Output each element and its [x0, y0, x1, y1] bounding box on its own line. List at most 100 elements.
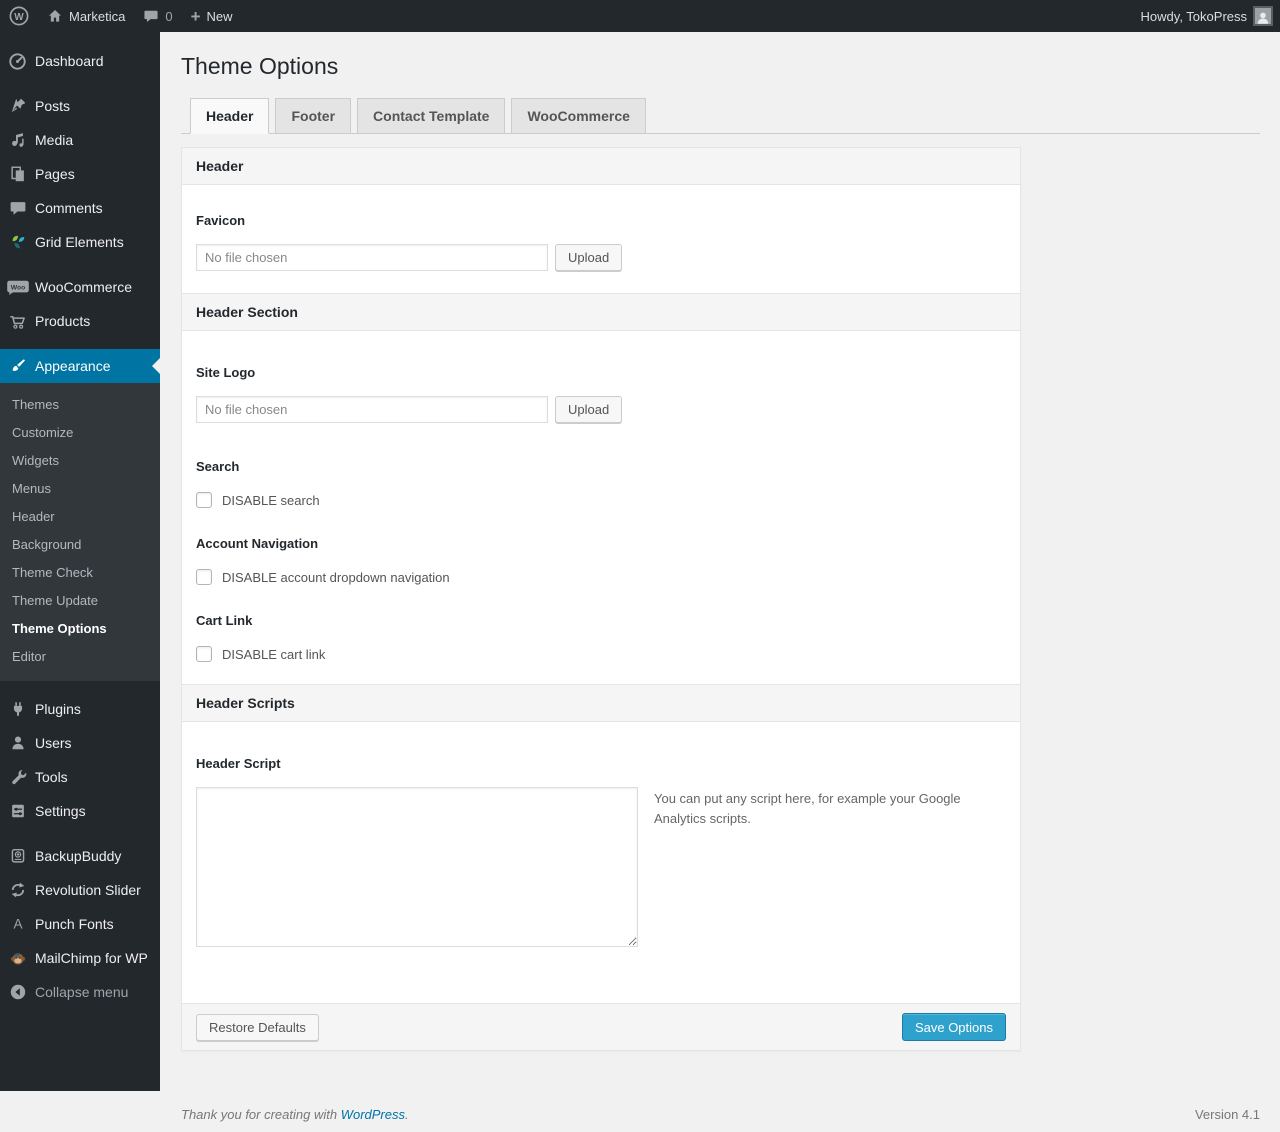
submenu-item-menus[interactable]: Menus [0, 475, 160, 503]
sidebar-item-media[interactable]: Media [0, 123, 160, 157]
tab-footer[interactable]: Footer [275, 98, 352, 134]
submenu-item-theme-options[interactable]: Theme Options [0, 615, 160, 643]
sidebar-item-tools[interactable]: Tools [0, 760, 160, 794]
submenu-item-header[interactable]: Header [0, 503, 160, 531]
tab-woocommerce[interactable]: WooCommerce [511, 98, 646, 134]
restore-defaults-button[interactable]: Restore Defaults [196, 1013, 319, 1041]
backup-icon [0, 847, 35, 865]
page-footer: Thank you for creating with WordPress. V… [181, 1107, 1260, 1132]
header-script-label: Header Script [196, 756, 281, 771]
comment-bubble-icon [143, 8, 159, 24]
search-label: Search [196, 459, 240, 474]
pin-icon [0, 97, 35, 115]
save-options-button[interactable]: Save Options [901, 1013, 1006, 1041]
home-icon [47, 8, 63, 24]
admin-bar-left: W Marketica 0 + New [0, 0, 242, 32]
sidebar-item-plugins[interactable]: Plugins [0, 692, 160, 726]
svg-text:W: W [14, 12, 24, 23]
sidebar-label: Dashboard [35, 53, 104, 69]
new-content-menu[interactable]: + New [182, 0, 242, 32]
sidebar-item-appearance[interactable]: Appearance [0, 349, 160, 383]
sidebar-item-grid-elements[interactable]: Grid Elements [0, 225, 160, 259]
howdy-label: Howdy, TokoPress [1140, 8, 1247, 24]
submenu-item-widgets[interactable]: Widgets [0, 447, 160, 475]
section-header-section-bar: Header Section [182, 293, 1020, 331]
header-script-hint: You can put any script here, for example… [654, 791, 961, 827]
site-logo-upload-button[interactable]: Upload [555, 396, 623, 423]
section-header-body: Favicon Upload [182, 185, 1020, 293]
sidebar-item-revolution-slider[interactable]: Revolution Slider [0, 873, 160, 907]
disable-cart-link-row: DISABLE cart link [196, 646, 1006, 662]
favicon-upload-button[interactable]: Upload [555, 244, 623, 271]
sidebar-item-comments[interactable]: Comments [0, 191, 160, 225]
disable-cart-link-checkbox[interactable] [196, 646, 212, 662]
media-icon [0, 131, 35, 149]
header-script-row: You can put any script here, for example… [196, 787, 1006, 947]
tab-contact-template[interactable]: Contact Template [357, 98, 506, 134]
cart-icon [0, 312, 35, 331]
section-header-section-body: Site Logo Upload Search DISABLE search A… [182, 331, 1020, 662]
sidebar-item-posts[interactable]: Posts [0, 89, 160, 123]
menu-separator [0, 78, 160, 89]
disable-account-nav-row: DISABLE account dropdown navigation [196, 569, 1006, 585]
comments-shortcut[interactable]: 0 [134, 0, 181, 32]
sidebar-label: Grid Elements [35, 234, 124, 250]
svg-text:A: A [13, 917, 22, 932]
favicon-file-input[interactable] [196, 244, 548, 271]
menu-separator [0, 338, 160, 349]
sidebar-label: Comments [35, 200, 103, 216]
sidebar-item-settings[interactable]: Settings [0, 794, 160, 828]
sidebar-label: Settings [35, 803, 86, 819]
version-label: Version 4.1 [1194, 1107, 1260, 1122]
wordpress-link[interactable]: WordPress [341, 1107, 405, 1122]
letter-a-icon: A [0, 915, 35, 933]
disable-search-checkbox[interactable] [196, 492, 212, 508]
sidebar-item-backupbuddy[interactable]: BackupBuddy [0, 839, 160, 873]
mailchimp-monkey-icon [0, 949, 35, 967]
appearance-submenu: Themes Customize Widgets Menus Header Ba… [0, 383, 160, 681]
sidebar-label: WooCommerce [35, 279, 132, 295]
account-menu[interactable]: Howdy, TokoPress [1132, 0, 1280, 32]
submenu-item-theme-check[interactable]: Theme Check [0, 559, 160, 587]
sidebar-label: Products [35, 313, 91, 329]
comment-count: 0 [165, 8, 173, 24]
sidebar-item-users[interactable]: Users [0, 726, 160, 760]
admin-sidebar: Dashboard Posts Media Pages Comments Gri… [0, 32, 160, 1091]
submenu-item-background[interactable]: Background [0, 531, 160, 559]
sidebar-item-dashboard[interactable]: Dashboard [0, 44, 160, 78]
submenu-item-editor[interactable]: Editor [0, 643, 160, 671]
pages-icon [0, 165, 35, 183]
site-name-link[interactable]: Marketica [38, 0, 134, 32]
sidebar-label: Users [35, 735, 72, 751]
menu-separator [0, 828, 160, 839]
submenu-item-customize[interactable]: Customize [0, 419, 160, 447]
disable-search-label: DISABLE search [222, 492, 320, 508]
sidebar-item-mailchimp[interactable]: MailChimp for WP [0, 941, 160, 975]
comments-icon [0, 199, 35, 217]
sidebar-item-punch-fonts[interactable]: A Punch Fonts [0, 907, 160, 941]
collapse-menu-button[interactable]: Collapse menu [0, 975, 160, 1009]
header-script-textarea[interactable] [196, 787, 638, 947]
footer-thanks-text: Thank you for creating with [181, 1107, 341, 1122]
submenu-item-themes[interactable]: Themes [0, 391, 160, 419]
sidebar-item-products[interactable]: Products [0, 304, 160, 338]
site-logo-file-input[interactable] [196, 396, 548, 423]
refresh-arrows-icon [0, 881, 35, 899]
sidebar-item-woocommerce[interactable]: Woo WooCommerce [0, 270, 160, 304]
tab-header[interactable]: Header [190, 98, 270, 134]
site-name-label: Marketica [69, 8, 126, 24]
plug-icon [0, 700, 35, 718]
menu-separator [0, 259, 160, 270]
options-panel: Header Favicon Upload Header Section Sit… [181, 147, 1021, 1051]
wordpress-logo-menu[interactable]: W [0, 0, 38, 32]
submenu-item-theme-update[interactable]: Theme Update [0, 587, 160, 615]
sidebar-label: Revolution Slider [35, 882, 141, 898]
section-header-bar: Header [182, 148, 1020, 185]
main-content: Theme Options Header Footer Contact Temp… [160, 0, 1280, 1132]
disable-account-nav-checkbox[interactable] [196, 569, 212, 585]
sidebar-label: Tools [35, 769, 68, 785]
account-navigation-label: Account Navigation [196, 536, 319, 551]
site-logo-row: Upload [196, 396, 1006, 423]
sidebar-item-pages[interactable]: Pages [0, 157, 160, 191]
